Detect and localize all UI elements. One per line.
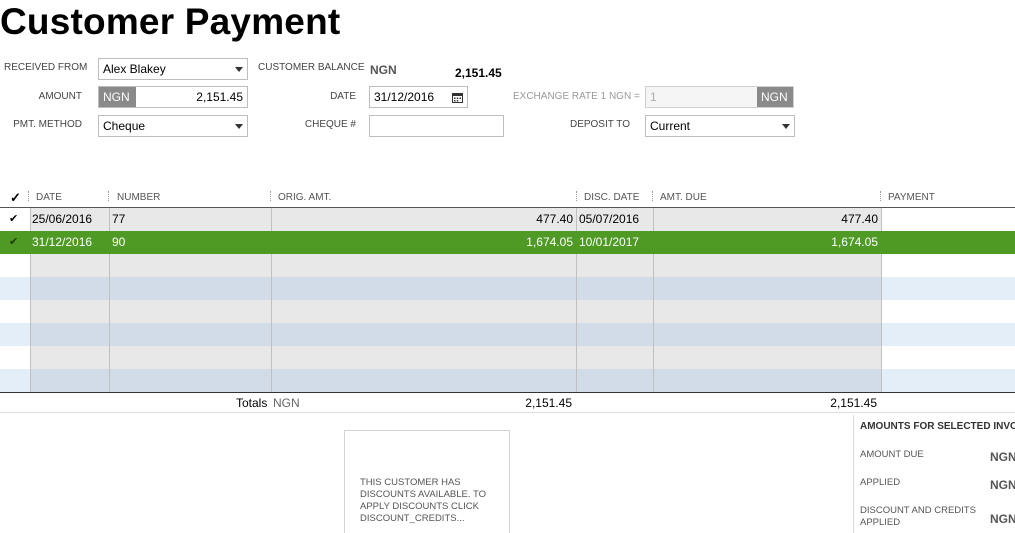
deposit-to-value: Current (650, 119, 691, 133)
date-field[interactable]: 31/12/2016 (369, 86, 468, 108)
column-payment[interactable]: PAYMENT (888, 192, 935, 203)
pmt-method-label: PMT. METHOD (13, 119, 82, 130)
column-orig-amt[interactable]: ORIG. AMT. (278, 192, 331, 203)
totals-bottom-divider (0, 412, 1015, 413)
exchange-rate-value: 1 (650, 90, 657, 104)
applied-currency: NGN (990, 478, 1015, 492)
cell-number: 90 (112, 235, 126, 249)
amounts-for-selected-invoices-panel: AMOUNTS FOR SELECTED INVO AMOUNT DUE NGN… (853, 415, 1015, 533)
cell-payment[interactable] (881, 231, 1015, 254)
empty-row[interactable] (0, 300, 1015, 323)
deposit-to-dropdown[interactable]: Current (645, 115, 795, 137)
exchange-rate-field[interactable]: 1 NGN (645, 86, 794, 108)
column-separator[interactable] (28, 191, 29, 201)
cell-payment[interactable] (881, 208, 1015, 231)
amount-value: 2,151.45 (196, 90, 243, 104)
date-label: DATE (330, 91, 356, 102)
invoice-table-header: ✓ DATE NUMBER ORIG. AMT. DISC. DATE AMT.… (0, 186, 1015, 208)
column-separator[interactable] (576, 191, 577, 201)
amount-label: AMOUNT (38, 91, 82, 102)
amount-currency: NGN (99, 87, 136, 107)
amount-due-currency: NGN (990, 450, 1015, 464)
table-row[interactable]: ✔ 25/06/2016 77 477.40 05/07/2016 477.40 (0, 208, 1015, 231)
customer-balance-label: CUSTOMER BALANCE (258, 62, 365, 73)
column-separator[interactable] (108, 191, 109, 201)
discount-and-credits-label: DISCOUNT AND CREDITS APPLIED (860, 505, 976, 528)
cell-disc-date: 10/01/2017 (579, 235, 640, 249)
column-separator[interactable] (652, 191, 653, 201)
totals-currency: NGN (273, 396, 300, 410)
column-amt-due[interactable]: AMT. DUE (660, 192, 707, 203)
empty-row[interactable] (0, 323, 1015, 346)
column-date[interactable]: DATE (36, 192, 62, 203)
exchange-rate-currency: NGN (757, 87, 793, 107)
applied-label: APPLIED (860, 477, 901, 488)
cell-amt-due: 477.40 (841, 212, 878, 226)
column-separator[interactable] (270, 191, 271, 201)
pmt-method-dropdown[interactable]: Cheque (98, 115, 248, 137)
row-checkbox[interactable]: ✔ (6, 208, 21, 231)
cell-number: 77 (112, 212, 126, 226)
cell-date: 31/12/2016 (32, 235, 93, 249)
empty-row[interactable] (0, 277, 1015, 300)
cell-amt-due: 1,674.05 (831, 235, 878, 249)
discount-message-box: THIS CUSTOMER HAS DISCOUNTS AVAILABLE. T… (344, 430, 510, 533)
empty-row[interactable] (0, 369, 1015, 392)
amounts-panel-title: AMOUNTS FOR SELECTED INVO (860, 421, 1015, 432)
column-number[interactable]: NUMBER (117, 192, 160, 203)
totals-row: Totals NGN 2,151.45 2,151.45 (0, 393, 1015, 413)
received-from-label: RECEIVED FROM (4, 62, 88, 73)
exchange-rate-label: EXCHANGE RATE 1 NGN = (513, 91, 640, 102)
amount-field[interactable]: NGN 2,151.45 (98, 86, 248, 108)
cell-disc-date: 05/07/2016 (579, 212, 640, 226)
customer-balance-currency: NGN (370, 63, 397, 77)
row-checkbox[interactable]: ✔ (6, 231, 21, 254)
deposit-to-label: DEPOSIT TO (569, 119, 630, 130)
page-title: Customer Payment (0, 1, 341, 42)
empty-row[interactable] (0, 346, 1015, 369)
chevron-down-icon (782, 123, 790, 129)
totals-label: Totals (236, 396, 268, 410)
chevron-down-icon (235, 123, 243, 129)
table-row-selected[interactable]: ✔ 31/12/2016 90 1,674.05 10/01/2017 1,67… (0, 231, 1015, 254)
cheque-input[interactable] (369, 115, 504, 137)
amount-due-label: AMOUNT DUE (860, 449, 924, 460)
empty-row[interactable] (0, 254, 1015, 277)
customer-balance-value: 2,151.45 (455, 66, 502, 80)
received-from-value: Alex Blakey (103, 62, 166, 76)
totals-amt-due: 2,151.45 (830, 396, 877, 410)
discount-message: THIS CUSTOMER HAS DISCOUNTS AVAILABLE. T… (360, 477, 487, 524)
cell-orig-amt: 1,674.05 (526, 235, 573, 249)
received-from-dropdown[interactable]: Alex Blakey (98, 58, 248, 80)
totals-orig-amt: 2,151.45 (525, 396, 572, 410)
calendar-icon[interactable] (452, 92, 463, 103)
date-value: 31/12/2016 (374, 90, 435, 104)
pmt-method-value: Cheque (103, 119, 146, 133)
column-separator[interactable] (880, 191, 881, 201)
cell-date: 25/06/2016 (32, 212, 93, 226)
discount-and-credits-currency: NGN (990, 512, 1015, 526)
chevron-down-icon (235, 66, 243, 72)
column-disc-date[interactable]: DISC. DATE (584, 192, 639, 203)
cell-orig-amt: 477.40 (536, 212, 573, 226)
cheque-label: CHEQUE # (304, 119, 356, 130)
select-all-check-icon[interactable]: ✓ (10, 190, 21, 206)
